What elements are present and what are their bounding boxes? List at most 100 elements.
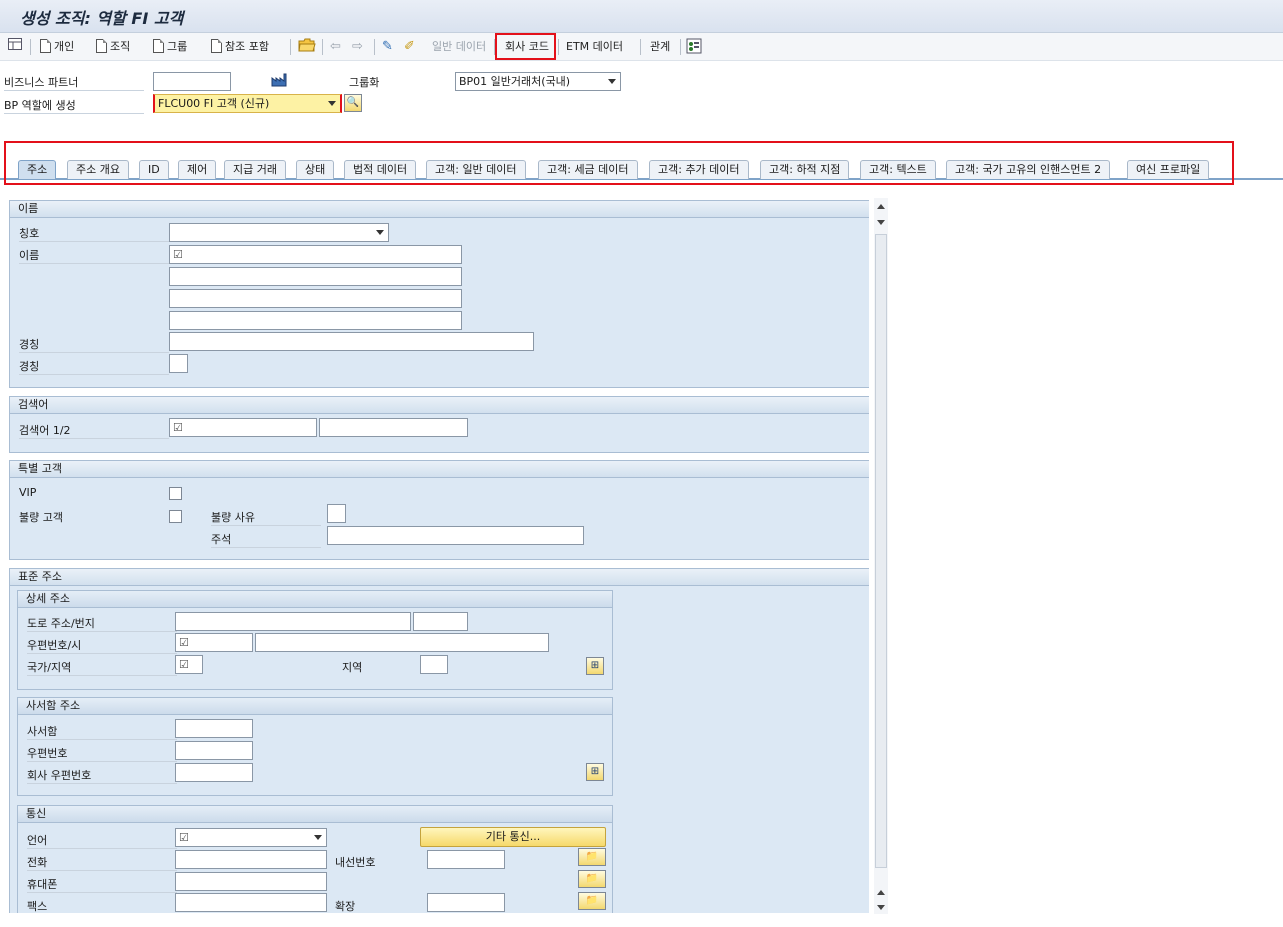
scroll-down-icon[interactable] [877, 905, 885, 910]
bad-reason-input[interactable] [327, 504, 346, 523]
house-number-input[interactable] [413, 612, 468, 631]
role-select[interactable]: FLCU00 FI 고객 (신규) [153, 94, 342, 113]
document-icon [153, 39, 164, 53]
bad-reason-label: 불량 사유 [211, 509, 321, 526]
change-icon[interactable]: ✐ [404, 38, 415, 56]
group-title: 이름 [10, 201, 869, 218]
extension-input[interactable] [427, 850, 505, 869]
group-title: 특별 고객 [10, 461, 869, 478]
name-field-2[interactable] [169, 267, 462, 286]
language-label: 언어 [27, 832, 177, 849]
postal-city-label: 우편번호/시 [27, 637, 177, 654]
special-customer-group: 특별 고객 [9, 460, 869, 560]
salutation-select[interactable] [169, 223, 389, 242]
company-postal-label: 회사 우편번호 [27, 767, 177, 784]
scrollbar-thumb[interactable] [875, 234, 887, 868]
scroll-up-icon[interactable] [877, 890, 885, 895]
country-label: 국가/지역 [27, 659, 177, 676]
comment-input[interactable] [327, 526, 584, 545]
country-input[interactable]: ☑ [175, 655, 203, 674]
expand-pobox-icon[interactable]: ⊞ [586, 763, 604, 781]
bad-customer-checkbox[interactable] [169, 510, 182, 523]
switch-mode-icon[interactable]: ✎ [382, 38, 393, 56]
bad-customer-label: 불량 고객 [19, 511, 63, 524]
scroll-down-icon[interactable] [877, 220, 885, 225]
fax-label: 팩스 [27, 898, 177, 913]
title-field-2[interactable] [169, 354, 188, 373]
street-input[interactable] [175, 612, 411, 631]
subgroup-title: 상세 주소 [18, 591, 612, 608]
scroll-up-icon[interactable] [877, 204, 885, 209]
language-select[interactable]: ☑ [175, 828, 327, 847]
title-field-1[interactable] [169, 332, 534, 351]
phone-input[interactable] [175, 850, 327, 869]
bp-label: 비즈니스 파트너 [4, 74, 144, 91]
document-icon [211, 39, 222, 53]
company-postal-input[interactable] [175, 763, 253, 782]
group-button[interactable]: 그룹 [153, 38, 187, 56]
title-label-1: 경칭 [19, 336, 169, 353]
tabs-highlight [4, 141, 1234, 185]
general-data-button[interactable]: 일반 데이터 [432, 38, 486, 56]
po-box-label: 사서함 [27, 723, 177, 740]
grouping-select[interactable]: BP01 일반거래처(국내) [455, 72, 621, 91]
salutation-label: 칭호 [19, 225, 169, 242]
mobile-input[interactable] [175, 872, 327, 891]
group-title: 검색어 [10, 397, 869, 414]
comment-label: 주석 [211, 531, 321, 548]
postal-code-input[interactable]: ☑ [175, 633, 253, 652]
vertical-scrollbar[interactable] [874, 198, 888, 914]
fax-more-icon[interactable]: 📁 [578, 892, 606, 910]
fax-input[interactable] [175, 893, 327, 912]
po-box-input[interactable] [175, 719, 253, 738]
expand-address-icon[interactable]: ⊞ [586, 657, 604, 675]
name-field-4[interactable] [169, 311, 462, 330]
vip-label: VIP [19, 486, 37, 499]
factory-icon[interactable] [271, 73, 287, 91]
search-term-2-input[interactable] [319, 418, 468, 437]
region-label: 지역 [342, 661, 363, 674]
main-content: 이름 칭호 이름 ☑ 경칭 경칭 검색어 검색어 1/2 ☑ 특별 고객 VIP… [9, 200, 869, 913]
organization-button[interactable]: 조직 [96, 38, 130, 56]
bp-input[interactable] [153, 72, 231, 91]
city-input[interactable] [255, 633, 549, 652]
name-field-3[interactable] [169, 289, 462, 308]
street-label: 도로 주소/번지 [27, 615, 177, 632]
name-label: 이름 [19, 247, 169, 264]
mobile-more-icon[interactable]: 📁 [578, 870, 606, 888]
chevron-down-icon [328, 101, 336, 106]
chevron-down-icon [376, 230, 384, 235]
screen-toggle-icon[interactable] [8, 38, 22, 56]
subgroup-title: 통신 [18, 806, 612, 823]
search-term-1-input[interactable]: ☑ [169, 418, 317, 437]
phone-more-icon[interactable]: 📁 [578, 848, 606, 866]
group-title: 표준 주소 [10, 569, 869, 586]
forward-arrow-icon[interactable]: ⇨ [352, 38, 363, 56]
etm-data-button[interactable]: ETM 데이터 [566, 38, 623, 56]
open-folder-icon[interactable] [298, 38, 316, 56]
grouping-label: 그룹화 [349, 76, 380, 89]
relationship-icon[interactable] [686, 38, 702, 56]
application-toolbar: 개인 조직 그룹 참조 포함 ⇦ ⇨ ✎ ✐ 일반 데이터 회사 코드 ETM … [0, 33, 1283, 61]
fax-extension-input[interactable] [427, 893, 505, 912]
title-bar: 생성 조직: 역할 FI 고객 [0, 0, 1283, 33]
fax-extension-label: 확장 [335, 900, 356, 913]
back-arrow-icon[interactable]: ⇦ [330, 38, 341, 56]
chevron-down-icon [314, 835, 322, 840]
document-icon [40, 39, 51, 53]
name-field-1[interactable]: ☑ [169, 245, 462, 264]
person-button[interactable]: 개인 [40, 38, 74, 56]
with-reference-button[interactable]: 참조 포함 [211, 38, 269, 56]
chevron-down-icon [608, 79, 616, 84]
search-icon[interactable]: 🔍 [344, 94, 362, 112]
region-input[interactable] [420, 655, 448, 674]
company-code-highlight [495, 33, 556, 60]
other-communication-button[interactable]: 기타 통신... [420, 827, 606, 847]
vip-checkbox[interactable] [169, 487, 182, 500]
extension-label: 내선번호 [335, 856, 376, 869]
po-postal-input[interactable] [175, 741, 253, 760]
relations-button[interactable]: 관계 [650, 38, 670, 56]
po-postal-label: 우편번호 [27, 745, 177, 762]
document-icon [96, 39, 107, 53]
search-term-label: 검색어 1/2 [19, 422, 169, 439]
